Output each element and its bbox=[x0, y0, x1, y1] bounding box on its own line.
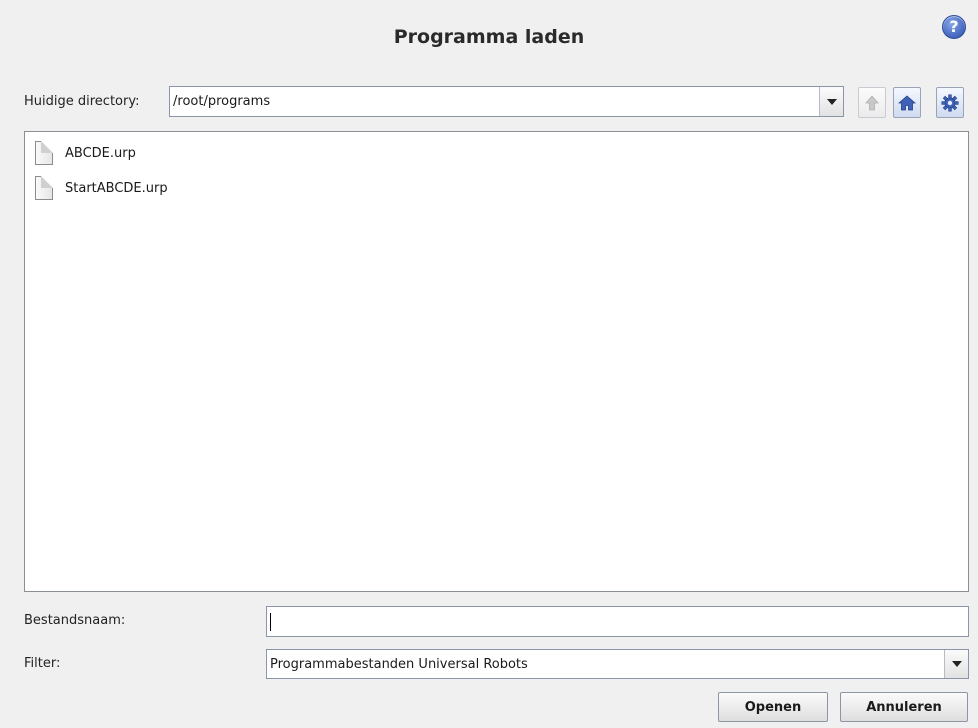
filename-label: Bestandsnaam: bbox=[24, 613, 126, 628]
filter-select[interactable]: Programmabestanden Universal Robots bbox=[266, 649, 969, 679]
filter-dropdown-button[interactable] bbox=[944, 650, 968, 678]
file-name: StartABCDE.urp bbox=[65, 180, 168, 196]
gear-icon bbox=[941, 94, 959, 112]
chevron-down-icon bbox=[951, 661, 962, 667]
help-icon[interactable]: ? bbox=[942, 15, 966, 39]
home-icon bbox=[898, 94, 916, 110]
home-button[interactable] bbox=[893, 87, 921, 118]
dialog-title: Programma laden bbox=[393, 26, 585, 48]
text-caret bbox=[270, 613, 271, 631]
filter-value: Programmabestanden Universal Robots bbox=[270, 656, 528, 672]
file-item-abcde[interactable]: ABCDE.urp bbox=[35, 140, 136, 166]
arrow-up-icon bbox=[865, 94, 879, 110]
filename-input[interactable] bbox=[266, 606, 969, 637]
up-button[interactable] bbox=[858, 87, 886, 118]
file-list[interactable]: ABCDE.urp StartABCDE.urp bbox=[24, 131, 969, 592]
settings-button[interactable] bbox=[936, 87, 964, 118]
file-item-startabcde[interactable]: StartABCDE.urp bbox=[35, 175, 168, 201]
directory-select[interactable]: /root/programs bbox=[169, 86, 844, 117]
filter-label: Filter: bbox=[24, 656, 61, 671]
file-name: ABCDE.urp bbox=[65, 145, 136, 161]
open-button[interactable]: Openen bbox=[718, 692, 828, 722]
directory-label: Huidige directory: bbox=[24, 94, 140, 109]
cancel-button[interactable]: Annuleren bbox=[840, 692, 968, 722]
document-icon bbox=[35, 141, 53, 165]
document-icon bbox=[35, 176, 53, 200]
chevron-down-icon bbox=[826, 98, 837, 105]
directory-value: /root/programs bbox=[173, 94, 271, 109]
directory-dropdown-button[interactable] bbox=[819, 87, 843, 116]
